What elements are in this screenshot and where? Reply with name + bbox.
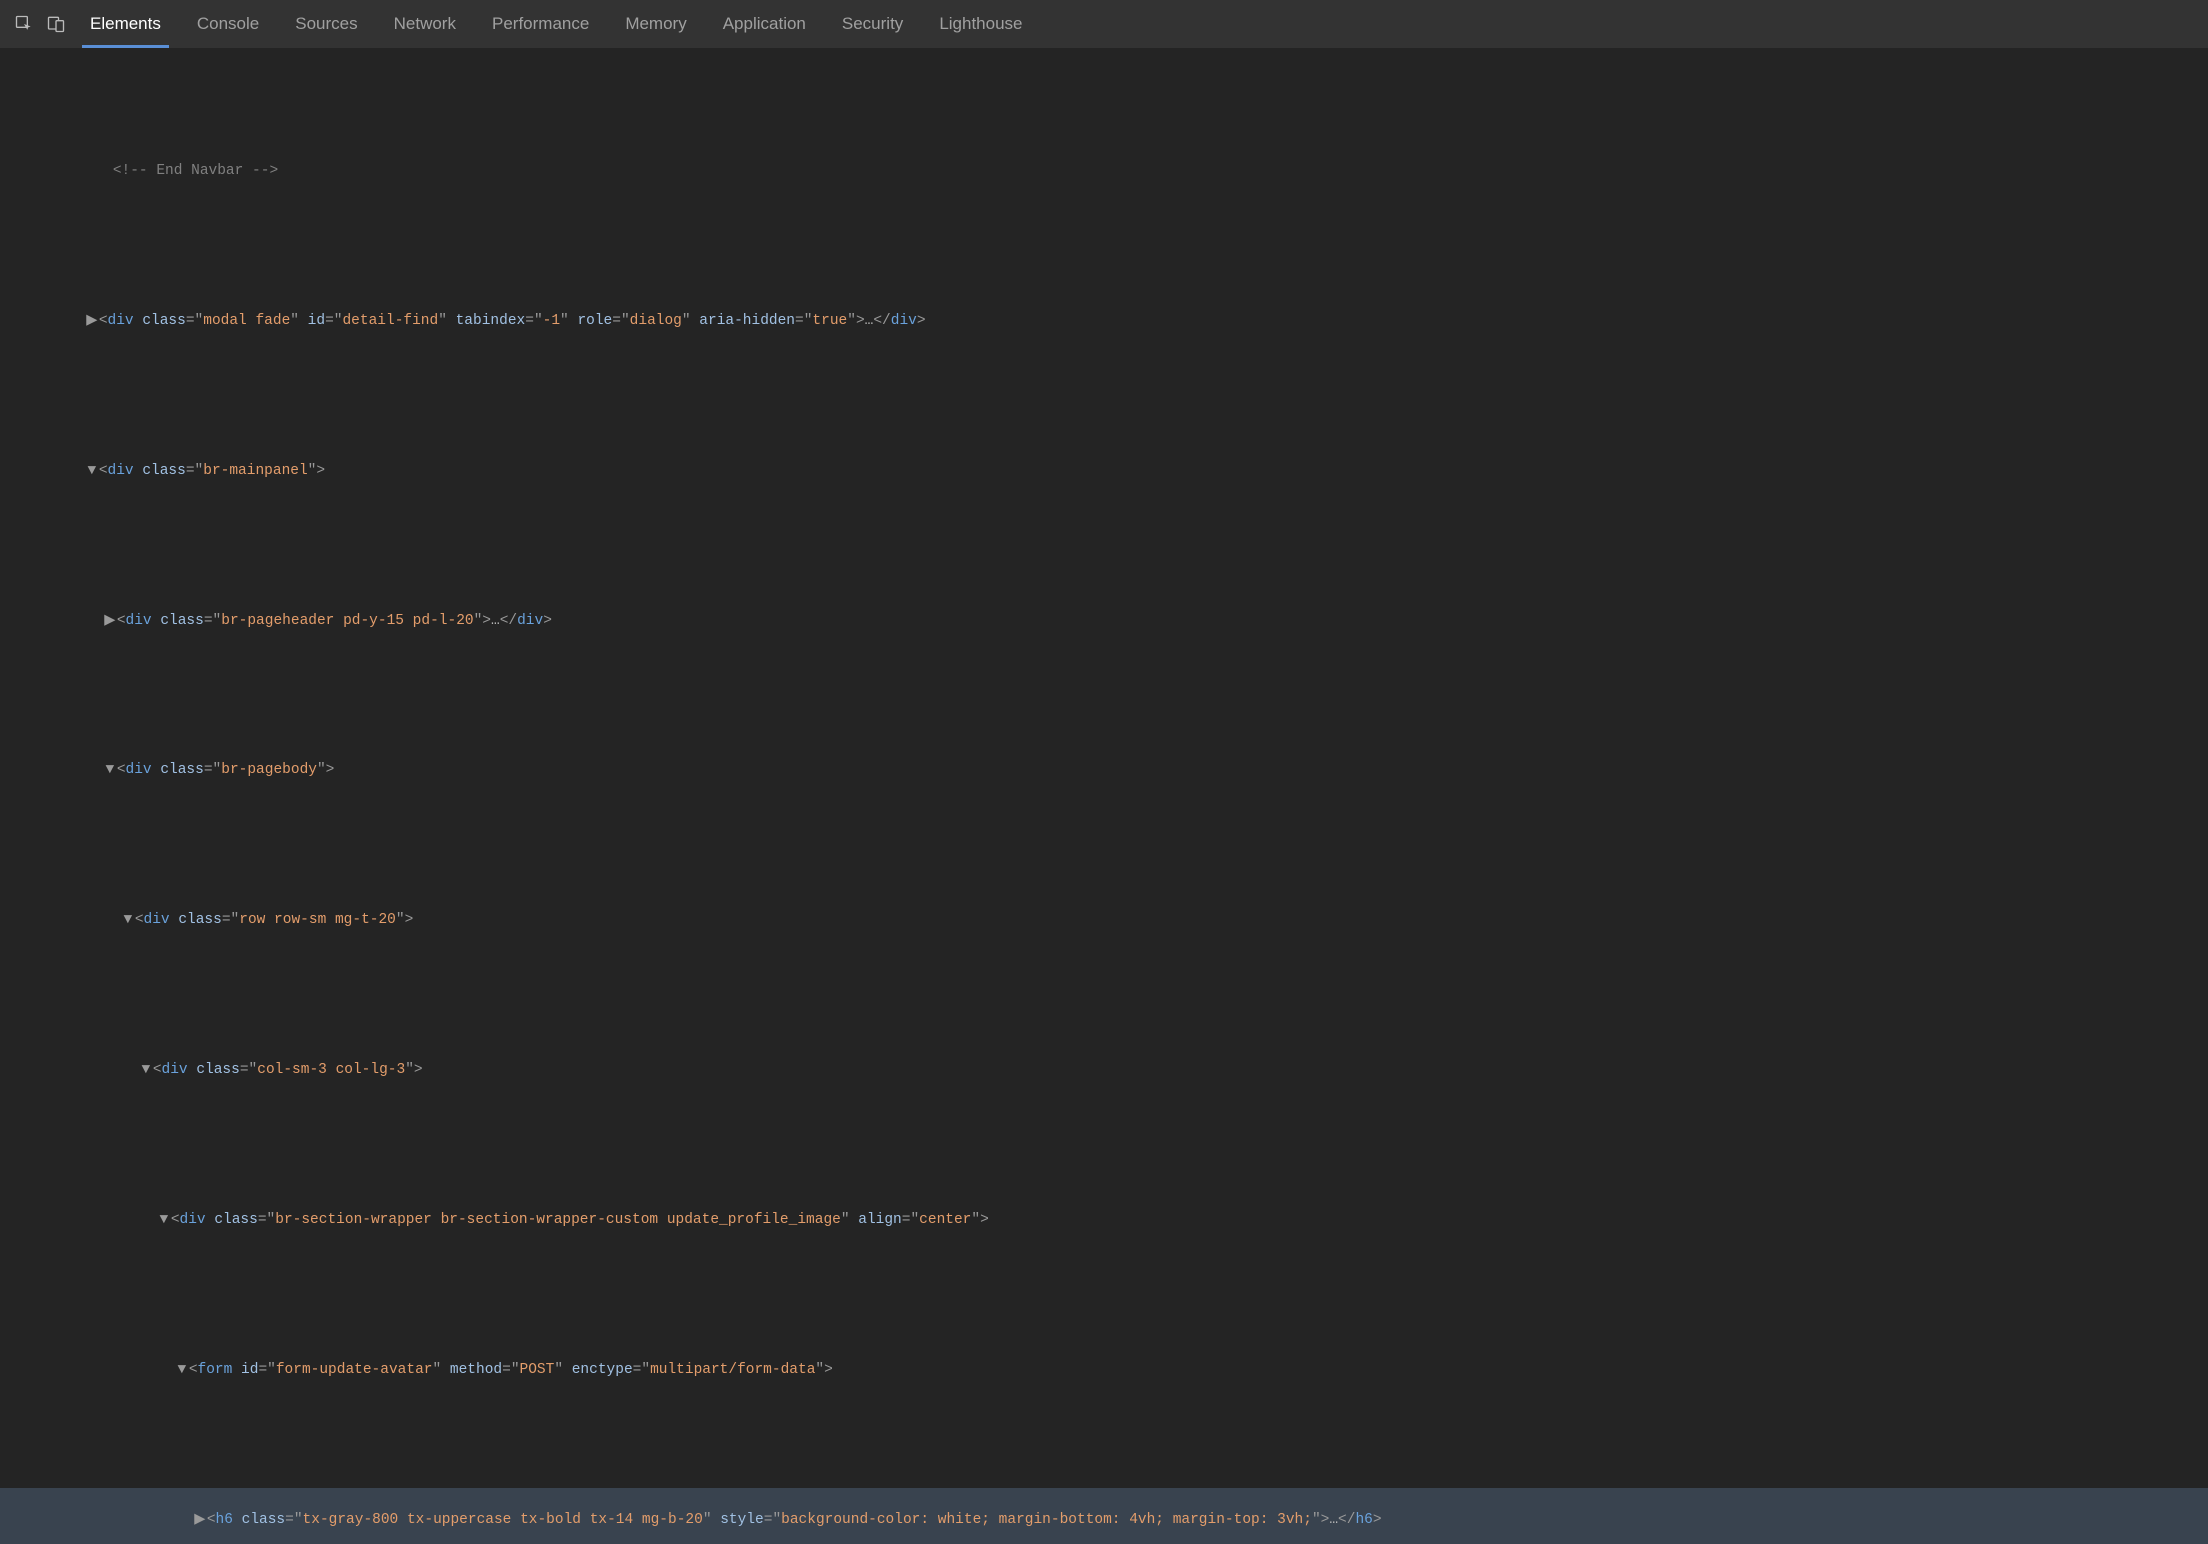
collapse-caret-icon[interactable]: ▼	[139, 1060, 153, 1081]
dom-node-div-modal[interactable]: ▶<div class="modal fade" id="detail-find…	[0, 289, 2208, 353]
tab-application[interactable]: Application	[705, 0, 824, 48]
dom-node-form[interactable]: ▼<form id="form-update-avatar" method="P…	[0, 1338, 2208, 1402]
collapse-caret-icon[interactable]: ▼	[121, 910, 135, 931]
tab-label: Application	[723, 14, 806, 34]
expand-caret-icon[interactable]: ▶	[103, 611, 117, 632]
tab-label: Memory	[625, 14, 686, 34]
dom-node-div-row[interactable]: ▼<div class="row row-sm mg-t-20">	[0, 889, 2208, 953]
tab-label: Security	[842, 14, 903, 34]
dom-node-div-section-wrapper[interactable]: ▼<div class="br-section-wrapper br-secti…	[0, 1189, 2208, 1253]
dom-node-div-pagebody[interactable]: ▼<div class="br-pagebody">	[0, 739, 2208, 803]
tab-console[interactable]: Console	[179, 0, 277, 48]
elements-dom-tree[interactable]: <!-- End Navbar --> ▶<div class="modal f…	[0, 48, 2208, 1544]
collapse-caret-icon[interactable]: ▼	[103, 760, 117, 781]
comment-text: <!-- End Navbar -->	[113, 163, 278, 179]
tab-memory[interactable]: Memory	[607, 0, 704, 48]
tab-label: Network	[394, 14, 456, 34]
devtools-tabbar: Elements Console Sources Network Perform…	[0, 0, 2208, 48]
dom-node-comment[interactable]: <!-- End Navbar -->	[0, 140, 2208, 204]
collapse-caret-icon[interactable]: ▼	[175, 1360, 189, 1381]
dom-node-h6[interactable]: ▶<h6 class="tx-gray-800 tx-uppercase tx-…	[0, 1488, 2208, 1544]
tab-network[interactable]: Network	[376, 0, 474, 48]
collapse-caret-icon[interactable]: ▼	[157, 1210, 171, 1231]
tab-label: Console	[197, 14, 259, 34]
expand-caret-icon[interactable]: ▶	[85, 311, 99, 332]
tab-elements[interactable]: Elements	[72, 0, 179, 48]
tab-label: Elements	[90, 14, 161, 34]
tab-security[interactable]: Security	[824, 0, 921, 48]
device-toolbar-icon[interactable]	[40, 0, 72, 48]
collapse-caret-icon[interactable]: ▼	[85, 461, 99, 482]
tab-label: Sources	[295, 14, 357, 34]
tab-label: Lighthouse	[939, 14, 1022, 34]
expand-caret-icon[interactable]: ▶	[193, 1510, 207, 1531]
tab-performance[interactable]: Performance	[474, 0, 607, 48]
tab-label: Performance	[492, 14, 589, 34]
tab-sources[interactable]: Sources	[277, 0, 375, 48]
dom-node-div-col3[interactable]: ▼<div class="col-sm-3 col-lg-3">	[0, 1039, 2208, 1103]
dom-node-div-mainpanel[interactable]: ▼<div class="br-mainpanel">	[0, 439, 2208, 503]
dom-node-div-pageheader[interactable]: ▶<div class="br-pageheader pd-y-15 pd-l-…	[0, 589, 2208, 653]
tab-lighthouse[interactable]: Lighthouse	[921, 0, 1040, 48]
inspect-element-icon[interactable]	[8, 0, 40, 48]
